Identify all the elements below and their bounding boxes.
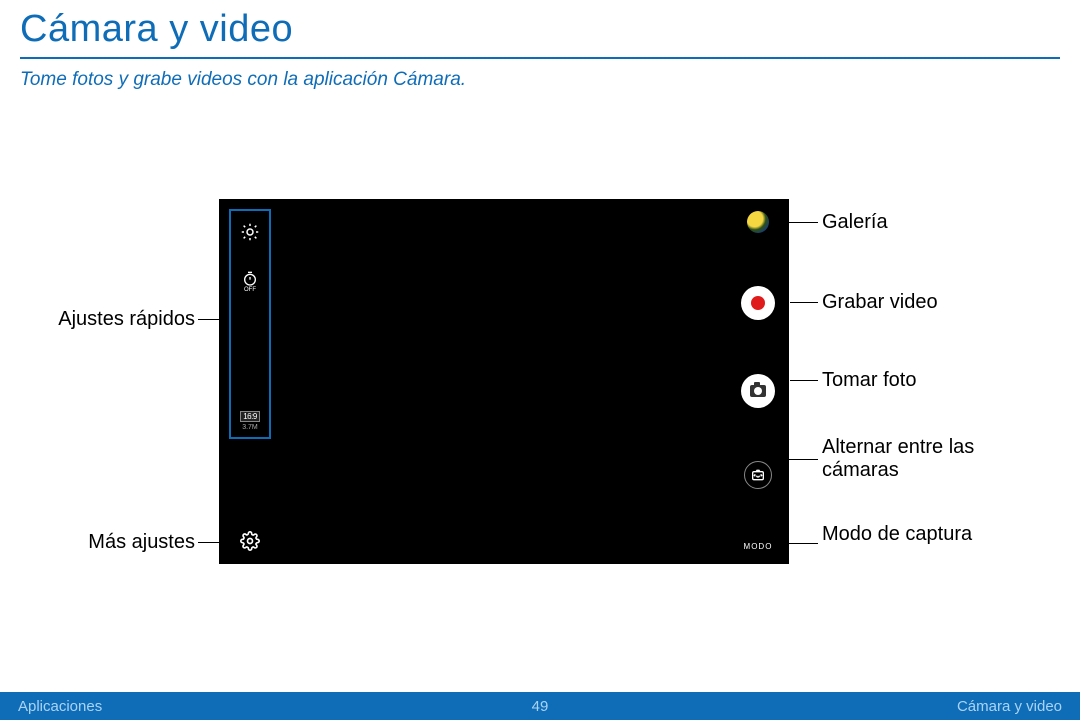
gallery-thumbnail-icon xyxy=(747,211,769,233)
page-header: Cámara y video xyxy=(0,0,1080,55)
diagram-area: OFF 16:9 3.7M xyxy=(0,111,1080,631)
leader-take-photo xyxy=(790,380,818,381)
timer-icon[interactable]: OFF xyxy=(235,267,265,297)
quick-settings-panel[interactable]: OFF 16:9 3.7M xyxy=(229,209,271,439)
camera-icon xyxy=(750,385,766,397)
leader-capture-mode xyxy=(786,543,818,544)
footer-topic: Cámara y video xyxy=(957,698,1062,715)
label-quick-settings: Ajustes rápidos xyxy=(35,308,195,331)
leader-gallery xyxy=(784,222,818,223)
page-title: Cámara y video xyxy=(20,8,1060,51)
right-controls: MODO xyxy=(741,211,775,551)
label-switch-camera: Alternar entre las cámaras xyxy=(822,436,1022,482)
megapixel-value: 3.7M xyxy=(242,424,258,431)
page-subtitle: Tome fotos y grabe videos con la aplicac… xyxy=(0,69,1080,111)
header-divider xyxy=(20,57,1060,59)
label-capture-mode: Modo de captura xyxy=(822,523,1022,546)
leader-quick-settings xyxy=(198,319,220,320)
record-video-button[interactable] xyxy=(741,286,775,320)
timer-status: OFF xyxy=(244,287,256,293)
footer-page-number: 49 xyxy=(532,698,549,715)
switch-camera-icon xyxy=(750,467,766,483)
label-take-photo: Tomar foto xyxy=(822,369,1022,392)
footer-section: Aplicaciones xyxy=(18,698,102,715)
aspect-ratio-indicator[interactable]: 16:9 3.7M xyxy=(240,411,260,431)
label-more-settings: Más ajustes xyxy=(35,531,195,554)
settings-gear-button[interactable] xyxy=(239,530,261,552)
label-gallery: Galería xyxy=(822,211,1022,234)
switch-camera-button[interactable] xyxy=(744,461,772,489)
label-record-video: Grabar video xyxy=(822,291,1022,314)
record-dot-icon xyxy=(751,296,765,310)
leader-record-video xyxy=(790,302,818,303)
page-footer: Aplicaciones 49 Cámara y video xyxy=(0,692,1080,720)
camera-screenshot: OFF 16:9 3.7M xyxy=(219,199,789,564)
take-photo-button[interactable] xyxy=(741,374,775,408)
leader-more-settings xyxy=(198,542,228,543)
capture-mode-button[interactable]: MODO xyxy=(744,542,773,551)
brightness-icon[interactable] xyxy=(235,217,265,247)
gallery-button[interactable] xyxy=(747,211,769,233)
aspect-ratio-value: 16:9 xyxy=(240,411,260,422)
leader-switch-camera xyxy=(786,459,818,460)
